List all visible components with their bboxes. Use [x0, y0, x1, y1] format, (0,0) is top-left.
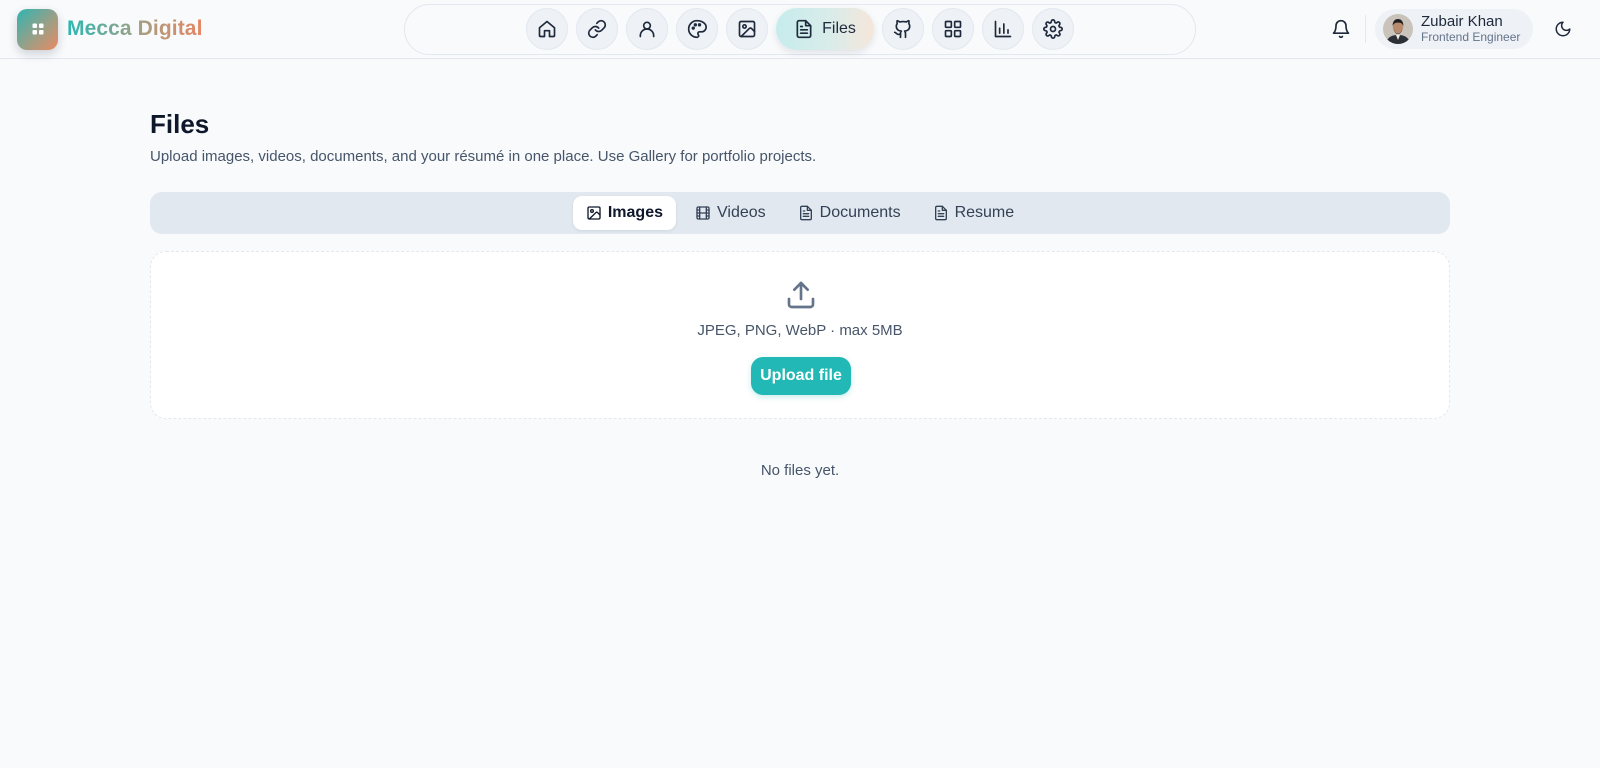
tab-images-label: Images: [607, 204, 663, 221]
tab-documents[interactable]: Documents: [785, 196, 914, 230]
image-icon: [738, 20, 756, 38]
nav-home-button[interactable]: [526, 8, 568, 50]
nav-apps-button[interactable]: [932, 8, 974, 50]
grid-icon: [944, 20, 962, 38]
tab-documents-label: Documents: [819, 204, 901, 221]
nav-theme-button[interactable]: [676, 8, 718, 50]
tab-videos-label: Videos: [717, 204, 766, 221]
nav-files-label: Files: [822, 20, 856, 37]
top-bar: Mecca Digital Files Zubair Khan Frontend…: [0, 0, 1600, 59]
user-info: Zubair Khan Frontend Engineer: [1421, 12, 1521, 45]
file-type-tabs: Images Videos Documents Resume: [150, 192, 1450, 234]
header-divider: [1365, 15, 1366, 43]
empty-state-message: No files yet.: [760, 462, 840, 479]
notifications-button[interactable]: [1320, 8, 1362, 50]
theme-toggle-button[interactable]: [1551, 17, 1575, 41]
upload-icon: [785, 279, 817, 311]
upload-file-button[interactable]: Upload file: [751, 357, 851, 395]
palette-icon: [687, 19, 707, 39]
upload-dropzone[interactable]: JPEG, PNG, WebP · max 5MB Upload file: [150, 251, 1450, 419]
nav-icons: Files: [526, 8, 1074, 50]
brand-name: Mecca Digital: [67, 17, 203, 40]
upload-hint: JPEG, PNG, WebP · max 5MB: [697, 322, 903, 339]
nav-files-button[interactable]: Files: [776, 8, 874, 50]
document-icon: [934, 205, 947, 221]
bar-chart-icon: [994, 20, 1012, 38]
user-menu[interactable]: Zubair Khan Frontend Engineer: [1375, 9, 1533, 49]
tab-resume[interactable]: Resume: [920, 196, 1028, 230]
link-icon: [587, 19, 607, 39]
image-icon: [587, 206, 601, 220]
avatar: [1383, 14, 1413, 44]
nav-settings-button[interactable]: [1032, 8, 1074, 50]
user-role: Frontend Engineer: [1421, 30, 1521, 45]
tab-videos[interactable]: Videos: [682, 196, 779, 230]
user-name: Zubair Khan: [1421, 12, 1503, 30]
nav-links-button[interactable]: [576, 8, 618, 50]
tab-images[interactable]: Images: [572, 196, 676, 230]
brand-logo: [17, 8, 58, 50]
github-icon: [893, 19, 911, 39]
page-subtitle: Upload images, videos, documents, and yo…: [150, 148, 817, 165]
nav-github-button[interactable]: [882, 8, 924, 50]
nav-profile-button[interactable]: [626, 8, 668, 50]
file-icon: [796, 19, 812, 39]
home-icon: [538, 20, 556, 38]
nav-analytics-button[interactable]: [982, 8, 1024, 50]
document-icon: [799, 205, 812, 221]
page-title: Files: [150, 109, 210, 139]
nav-gallery-button[interactable]: [726, 8, 768, 50]
bell-icon: [1332, 19, 1350, 39]
user-icon: [639, 21, 655, 38]
gear-icon: [1043, 19, 1063, 39]
tab-resume-label: Resume: [954, 204, 1015, 221]
grid-icon: [32, 23, 43, 35]
film-icon: [696, 206, 710, 220]
moon-icon: [1555, 21, 1571, 37]
brand[interactable]: Mecca Digital: [17, 8, 203, 50]
